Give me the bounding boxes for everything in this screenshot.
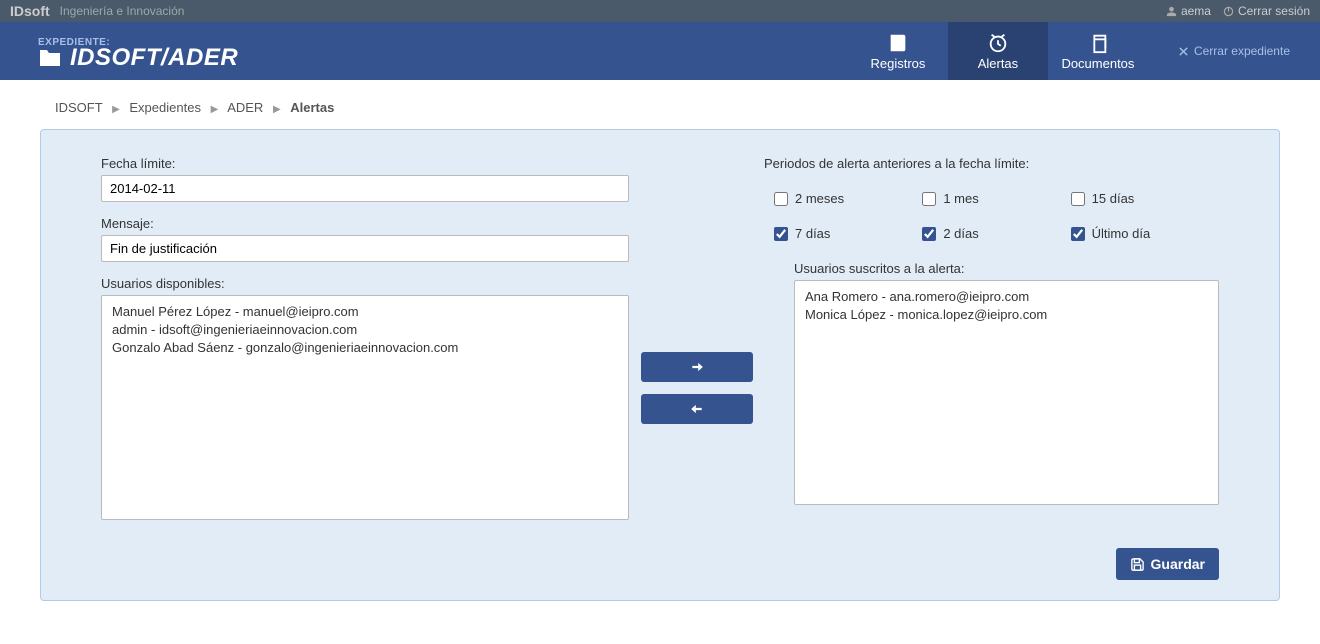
tab-alertas-label: Alertas [978, 56, 1018, 71]
period-label: 7 días [795, 226, 830, 241]
breadcrumb-item[interactable]: IDSOFT [55, 100, 102, 115]
list-item[interactable]: Manuel Pérez López - manuel@ieipro.com [112, 303, 618, 321]
period-checkbox-item[interactable]: 2 meses [774, 191, 922, 206]
periodos-label: Periodos de alerta anteriores a la fecha… [764, 156, 1219, 171]
main-panel: Fecha límite: Mensaje: Usuarios disponib… [40, 129, 1280, 601]
logout-link[interactable]: Cerrar sesión [1223, 4, 1310, 18]
mensaje-input[interactable] [101, 235, 629, 262]
breadcrumb-item[interactable]: Expedientes [129, 100, 201, 115]
fecha-limite-label: Fecha límite: [101, 156, 629, 171]
save-button[interactable]: Guardar [1116, 548, 1219, 580]
mensaje-label: Mensaje: [101, 216, 629, 231]
brand-tagline: Ingeniería e Innovación [60, 4, 185, 18]
period-checkbox-item[interactable]: 15 días [1071, 191, 1219, 206]
period-checkbox[interactable] [1071, 192, 1085, 206]
list-item[interactable]: Gonzalo Abad Sáenz - gonzalo@ingenieriae… [112, 339, 618, 357]
fecha-limite-input[interactable] [101, 175, 629, 202]
breadcrumb: IDSOFT ▶ Expedientes ▶ ADER ▶ Alertas [0, 80, 1320, 129]
tab-documentos-label: Documentos [1061, 56, 1134, 71]
arrow-left-icon [689, 402, 705, 416]
period-checkbox[interactable] [1071, 227, 1085, 241]
period-checkbox[interactable] [922, 227, 936, 241]
close-icon [1178, 46, 1189, 57]
period-checkbox[interactable] [774, 192, 788, 206]
list-item[interactable]: Ana Romero - ana.romero@ieipro.com [805, 288, 1208, 306]
move-right-button[interactable] [641, 352, 753, 382]
page-title: IDSOFT/ADER [70, 44, 238, 72]
usuarios-disponibles-label: Usuarios disponibles: [101, 276, 629, 291]
period-checkbox-item[interactable]: 2 días [922, 226, 1070, 241]
usuarios-disponibles-list[interactable]: Manuel Pérez López - manuel@ieipro.comad… [101, 295, 629, 520]
title-block: EXPEDIENTE: IDSOFT/ADER [0, 22, 238, 80]
book-icon [887, 32, 909, 54]
chevron-right-icon: ▶ [211, 104, 219, 115]
topbar: IDsoft Ingeniería e Innovación aema Cerr… [0, 0, 1320, 22]
period-checkbox-item[interactable]: 7 días [774, 226, 922, 241]
list-item[interactable]: Monica López - monica.lopez@ieipro.com [805, 306, 1208, 324]
periodos-grid: 2 meses 1 mes 15 días 7 días 2 días Último dí… [764, 191, 1219, 241]
copy-icon [1087, 32, 1109, 54]
period-checkbox-item[interactable]: Último día [1071, 226, 1219, 241]
list-item[interactable]: admin - idsoft@ingenieriaeinnovacion.com [112, 321, 618, 339]
period-label: 15 días [1092, 191, 1135, 206]
main-nav: Registros Alertas Documentos [848, 22, 1148, 80]
arrow-right-icon [689, 360, 705, 374]
move-left-button[interactable] [641, 394, 753, 424]
period-label: 2 días [943, 226, 978, 241]
close-expediente-link[interactable]: Cerrar expediente [1148, 22, 1320, 80]
tab-registros[interactable]: Registros [848, 22, 948, 80]
period-checkbox-item[interactable]: 1 mes [922, 191, 1070, 206]
breadcrumb-current: Alertas [290, 100, 334, 115]
save-icon [1130, 557, 1145, 572]
period-label: Último día [1092, 226, 1151, 241]
period-label: 1 mes [943, 191, 978, 206]
tab-alertas[interactable]: Alertas [948, 22, 1048, 80]
logout-label: Cerrar sesión [1238, 4, 1310, 18]
chevron-right-icon: ▶ [273, 104, 281, 115]
close-expediente-label: Cerrar expediente [1194, 44, 1290, 58]
usuarios-suscritos-label: Usuarios suscritos a la alerta: [794, 261, 1219, 276]
period-label: 2 meses [795, 191, 844, 206]
period-checkbox[interactable] [774, 227, 788, 241]
usuarios-suscritos-list[interactable]: Ana Romero - ana.romero@ieipro.comMonica… [794, 280, 1219, 505]
header: EXPEDIENTE: IDSOFT/ADER Registros Alerta… [0, 22, 1320, 80]
username: aema [1181, 4, 1211, 18]
save-button-label: Guardar [1151, 556, 1205, 572]
brand-name: IDsoft [10, 3, 50, 19]
user-icon [1166, 6, 1177, 17]
clock-icon [987, 32, 1009, 54]
breadcrumb-item[interactable]: ADER [227, 100, 263, 115]
tab-documentos[interactable]: Documentos [1048, 22, 1148, 80]
user-link[interactable]: aema [1166, 4, 1211, 18]
period-checkbox[interactable] [922, 192, 936, 206]
folder-icon [38, 48, 62, 68]
chevron-right-icon: ▶ [112, 104, 120, 115]
tab-registros-label: Registros [870, 56, 925, 71]
power-icon [1223, 6, 1234, 17]
